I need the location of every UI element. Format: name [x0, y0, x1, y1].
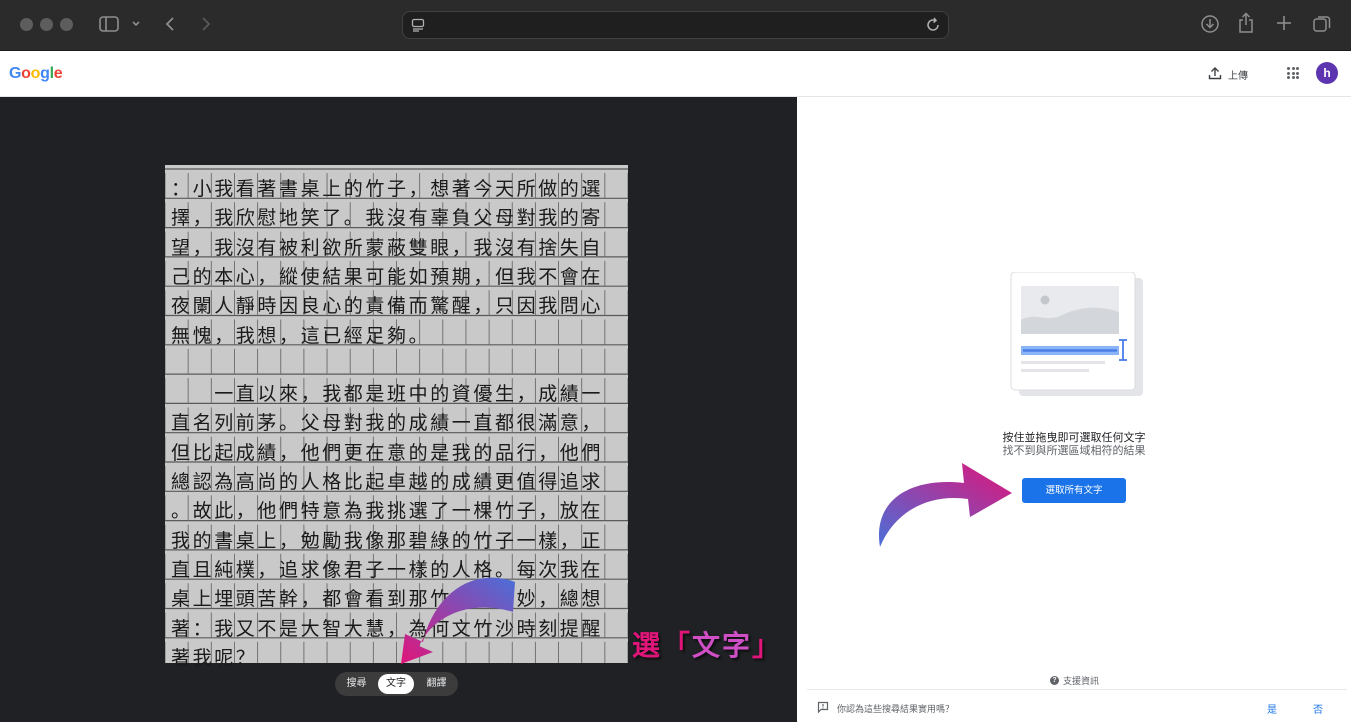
- support-info-link[interactable]: ? 支援資訊: [1050, 674, 1099, 687]
- annotation-caption: 選「文字」: [632, 630, 783, 661]
- share-icon[interactable]: [1237, 12, 1255, 34]
- handwritten-line: 無愧，我想，這已經足夠。: [171, 324, 431, 347]
- handwritten-line: 夜闌人靜時因良心的責備而驚醒，只因我問心: [171, 295, 604, 318]
- mode-tabs: 搜尋 文字 翻譯: [335, 672, 458, 696]
- upload-label: 上傳: [1228, 71, 1248, 82]
- results-panel: 按住並拖曳即可選取任何文字 找不到與所選區域相符的結果 選取所有文字 ? 支援資…: [797, 97, 1351, 722]
- new-tab-icon[interactable]: [1275, 14, 1293, 32]
- handwritten-line: ：小我看著書桌上的竹子，想著今天所做的選: [171, 178, 604, 200]
- handwritten-line: 。故此，他們特意為我挑選了一棵竹子，放在: [171, 500, 604, 523]
- google-logo[interactable]: Google: [9, 65, 63, 83]
- sidebar-toggle-icon[interactable]: [99, 15, 119, 33]
- avatar[interactable]: h: [1316, 62, 1338, 84]
- upload-button[interactable]: 上傳: [1208, 66, 1248, 83]
- handwritten-line: [165, 350, 628, 379]
- reload-icon[interactable]: [925, 17, 941, 38]
- browser-toolbar: [0, 0, 1351, 51]
- handwritten-line: 但比起成績，他們更在意的是我的品行，他們: [171, 441, 604, 464]
- close-window-button[interactable]: [20, 18, 33, 31]
- minimize-window-button[interactable]: [40, 18, 53, 31]
- select-all-text-button[interactable]: 選取所有文字: [1022, 478, 1126, 503]
- image-viewer: ：小我看著書桌上的竹子，想著今天所做的選 擇，我欣慰地笑了。我沒有辜負父母對我的寄…: [0, 97, 797, 722]
- arrow-to-text-tab: [401, 577, 515, 664]
- zoom-window-button[interactable]: [60, 18, 73, 31]
- upload-icon: [1208, 66, 1222, 83]
- address-bar[interactable]: [402, 11, 949, 39]
- support-label: 支援資訊: [1063, 676, 1100, 686]
- tab-translate[interactable]: 翻譯: [418, 674, 455, 694]
- arrow-to-select-button: [878, 463, 1012, 547]
- divider: [807, 689, 1347, 690]
- tab-overview-icon[interactable]: [1312, 14, 1332, 34]
- tab-search[interactable]: 搜尋: [338, 674, 375, 694]
- handwritten-line: 己的本心，縱使結果可能如預期，但我不會在: [171, 265, 604, 288]
- back-icon[interactable]: [164, 15, 176, 33]
- forward-icon[interactable]: [200, 15, 212, 33]
- google-header: Google 上傳 h: [0, 51, 1351, 97]
- no-results-text: 找不到與所選區域相符的結果: [1002, 445, 1146, 457]
- feedback-prompt: 你認為這些搜尋結果實用嗎？: [817, 701, 954, 715]
- feedback-yes-button[interactable]: 是: [1267, 701, 1277, 716]
- feedback-icon: [817, 701, 829, 715]
- feedback-no-button[interactable]: 否: [1313, 701, 1323, 716]
- handwritten-line: 總認為高尚的人格比起卓越的成績更值得追求: [171, 471, 604, 493]
- handwritten-line: 直名列前茅。父母對我的成績一直都很滿意，: [171, 412, 604, 435]
- handwritten-line: 擇，我欣慰地笑了。我沒有辜負父母對我的寄: [171, 207, 604, 230]
- handwritten-line: 一直以來，我都是班中的資優生，成績一: [171, 383, 604, 406]
- handwritten-line: 望，我沒有被利欲所蒙蔽雙眼，我沒有捨失自: [171, 236, 604, 259]
- downloads-icon[interactable]: [1200, 14, 1220, 34]
- chevron-down-icon[interactable]: [131, 15, 141, 33]
- tab-text[interactable]: 文字: [378, 674, 414, 694]
- page-menu-icon[interactable]: [411, 18, 425, 37]
- handwritten-line: 我的書桌上，勉勵我像那碧綠的竹子一樣，正: [171, 529, 604, 552]
- apps-grid-icon[interactable]: [1287, 67, 1299, 79]
- text-selection-illustration: [1010, 272, 1143, 396]
- help-icon: ?: [1050, 676, 1059, 685]
- feedback-question: 你認為這些搜尋結果實用嗎？: [837, 703, 955, 714]
